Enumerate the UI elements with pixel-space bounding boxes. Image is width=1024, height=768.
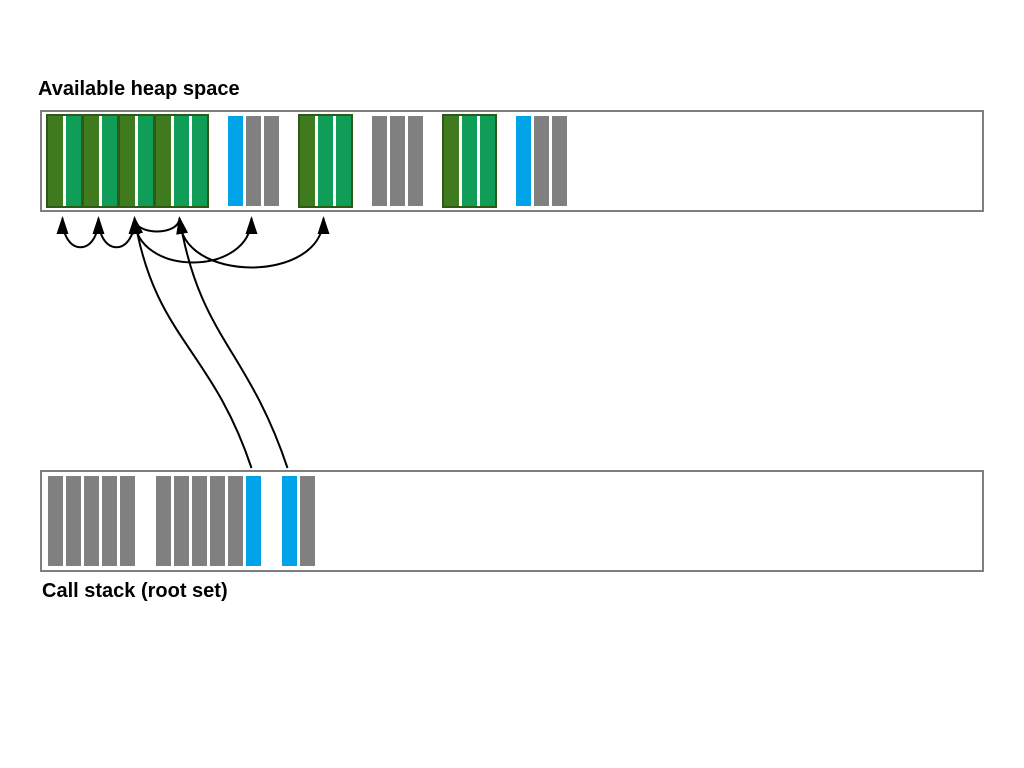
stack-cell <box>102 476 117 566</box>
heap-cell <box>408 116 423 206</box>
heap-cell <box>390 116 405 206</box>
stack-cell <box>300 476 315 566</box>
stack-bar <box>40 470 984 572</box>
pointer-arrow <box>135 218 180 232</box>
heap-cell <box>264 116 279 206</box>
heap-cell <box>336 116 351 206</box>
heap-bar <box>40 110 984 212</box>
heap-cell <box>444 116 459 206</box>
heap-cell <box>174 116 189 206</box>
heap-cell <box>138 116 153 206</box>
heap-cell <box>84 116 99 206</box>
stack-label: Call stack (root set) <box>42 580 228 603</box>
stack-cell <box>120 476 135 566</box>
diagram-root: Available heap space Call stack (root se… <box>0 0 1024 768</box>
heap-cell <box>48 116 63 206</box>
heap-cell <box>246 116 261 206</box>
pointer-arrow <box>99 218 135 247</box>
stack-cell <box>174 476 189 566</box>
stack-cell <box>66 476 81 566</box>
stack-cell <box>156 476 171 566</box>
heap-cell <box>372 116 387 206</box>
stack-cell <box>228 476 243 566</box>
pointer-arrow <box>180 218 288 468</box>
heap-cell <box>534 116 549 206</box>
heap-cell <box>300 116 315 206</box>
heap-cell <box>462 116 477 206</box>
pointer-arrow <box>180 218 324 268</box>
stack-cell <box>246 476 261 566</box>
heap-cell <box>552 116 567 206</box>
stack-cell <box>192 476 207 566</box>
heap-label: Available heap space <box>38 78 240 101</box>
heap-cell <box>318 116 333 206</box>
stack-cell <box>84 476 99 566</box>
heap-cell <box>102 116 117 206</box>
heap-cell <box>480 116 495 206</box>
heap-cell <box>120 116 135 206</box>
stack-cell <box>48 476 63 566</box>
heap-cell <box>156 116 171 206</box>
heap-cell <box>516 116 531 206</box>
pointer-arrow <box>135 218 252 468</box>
pointer-arrow <box>135 218 252 262</box>
pointer-arrow <box>63 218 99 247</box>
stack-cell <box>210 476 225 566</box>
heap-cell <box>228 116 243 206</box>
stack-cell <box>282 476 297 566</box>
heap-cell <box>192 116 207 206</box>
heap-cell <box>66 116 81 206</box>
